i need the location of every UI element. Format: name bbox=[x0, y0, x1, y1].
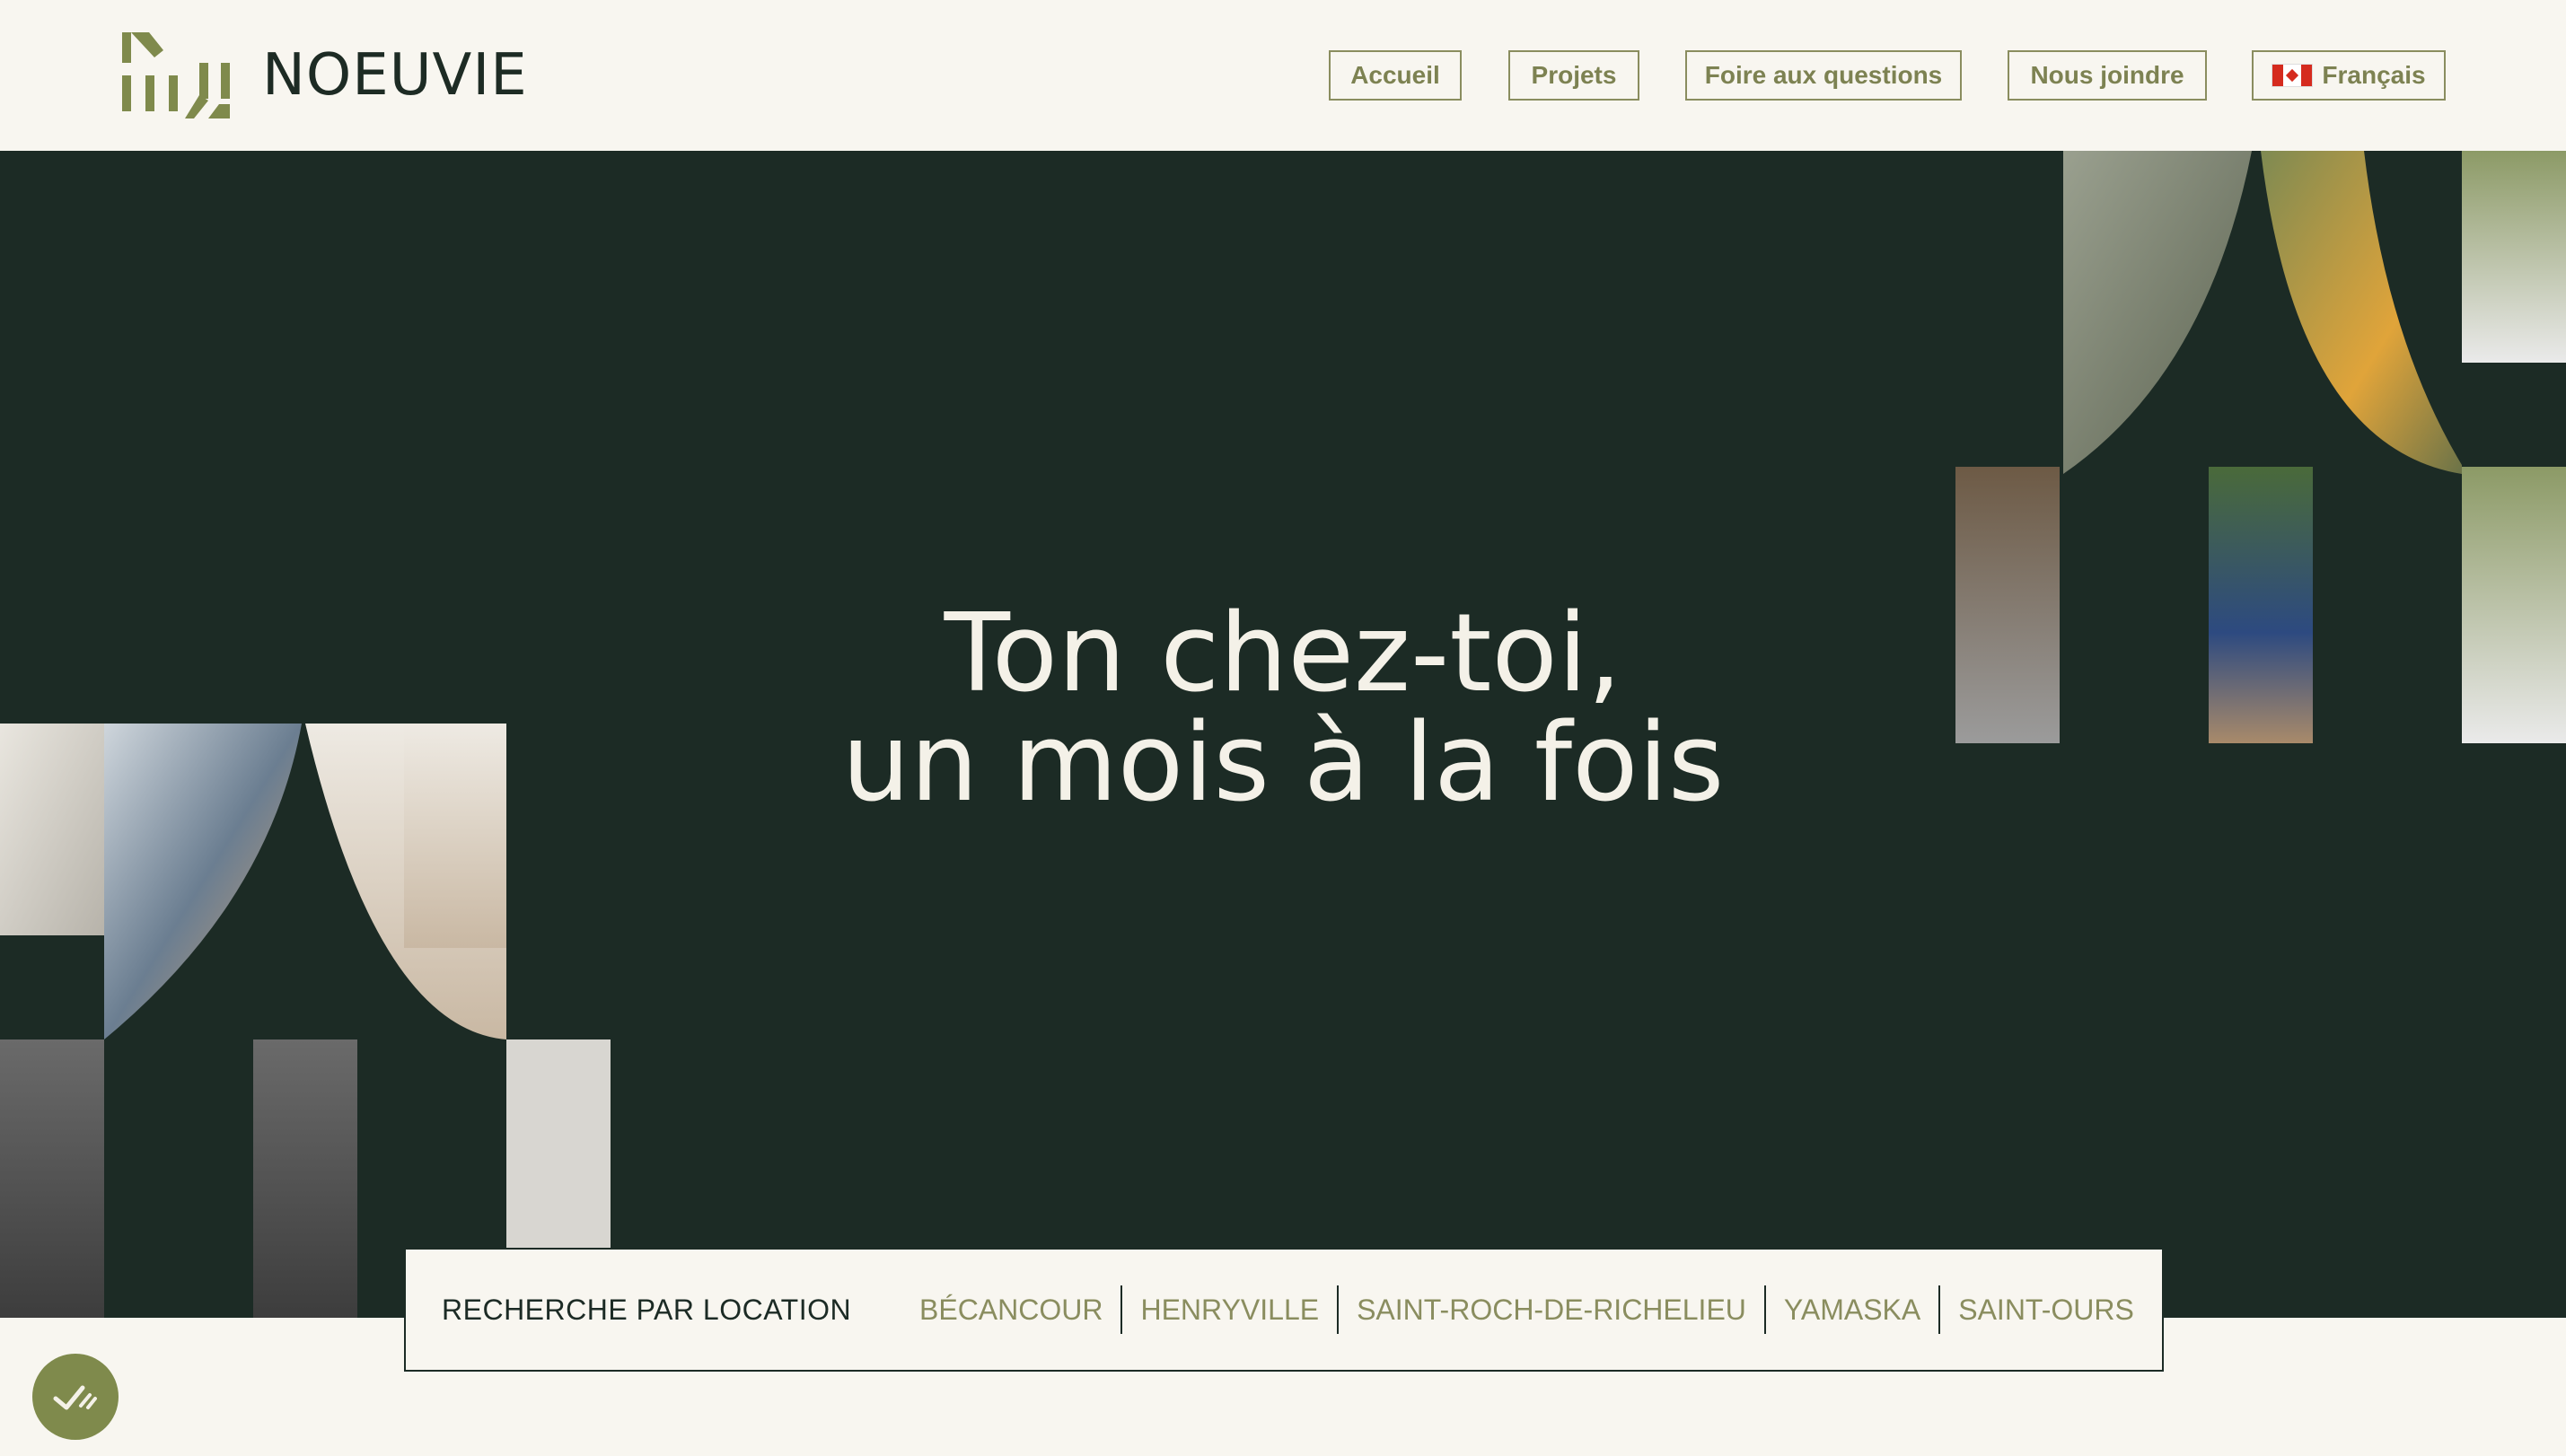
location-link-saint-ours[interactable]: SAINT-OURS bbox=[1940, 1285, 2152, 1334]
nav-accueil-button[interactable]: Accueil bbox=[1329, 50, 1462, 101]
location-link-yamaska[interactable]: YAMASKA bbox=[1766, 1285, 1941, 1334]
language-label: Français bbox=[2322, 61, 2426, 89]
nav-contact-button[interactable]: Nous joindre bbox=[2008, 50, 2207, 101]
hero-title-line-2: un mois à la fois bbox=[841, 701, 1725, 826]
hero-title-line-1: Ton chez-toi, bbox=[944, 592, 1622, 716]
location-link-henryville[interactable]: HENRYVILLE bbox=[1122, 1285, 1340, 1334]
logo-mark-icon bbox=[122, 32, 230, 118]
check-lines-icon bbox=[53, 1385, 97, 1410]
site-header: NOEUVIE Accueil Projets Foire aux questi… bbox=[0, 0, 2566, 151]
canada-flag-icon bbox=[2272, 64, 2314, 87]
location-link-saint-roch-de-richelieu[interactable]: SAINT-ROCH-DE-RICHELIEU bbox=[1339, 1285, 1766, 1334]
location-link-becancour[interactable]: BÉCANCOUR bbox=[919, 1285, 1123, 1334]
location-search-label: RECHERCHE PAR LOCATION bbox=[442, 1293, 852, 1326]
nav-faq-button[interactable]: Foire aux questions bbox=[1685, 50, 1962, 101]
hero-title: Ton chez-toi, un mois à la fois bbox=[0, 600, 2566, 819]
nav-projets-button[interactable]: Projets bbox=[1508, 50, 1639, 101]
location-list: BÉCANCOUR HENRYVILLE SAINT-ROCH-DE-RICHE… bbox=[919, 1285, 2152, 1334]
language-switcher-button[interactable]: Français bbox=[2252, 50, 2446, 101]
location-search-bar: RECHERCHE PAR LOCATION BÉCANCOUR HENRYVI… bbox=[404, 1248, 2164, 1372]
accessibility-badge-button[interactable] bbox=[32, 1354, 119, 1440]
brand-wordmark: NOEUVIE bbox=[262, 42, 528, 109]
brand-logo[interactable]: NOEUVIE bbox=[122, 32, 528, 118]
hero-section: Ton chez-toi, un mois à la fois bbox=[0, 151, 2566, 1318]
